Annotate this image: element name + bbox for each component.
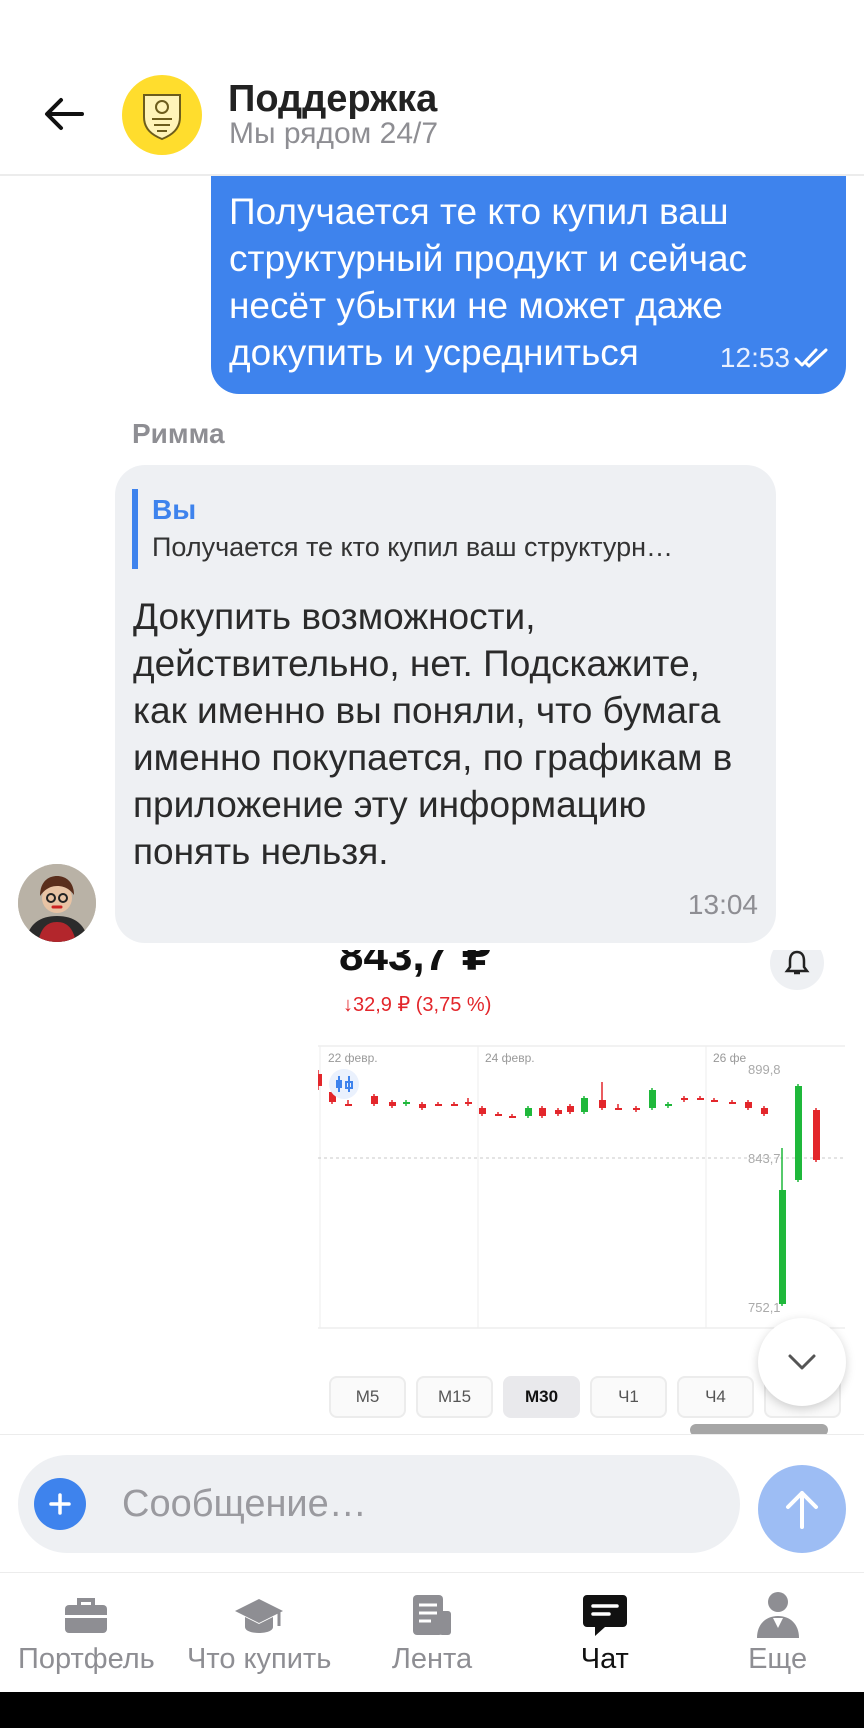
candle-body	[649, 1090, 656, 1108]
y-tick-label: 843,7	[748, 1151, 781, 1166]
candle-body	[795, 1086, 802, 1180]
message-placeholder: Сообщение…	[122, 1483, 367, 1525]
y-tick-label: 899,8	[748, 1062, 781, 1077]
candle-body	[761, 1108, 768, 1114]
graduation-cap-icon	[233, 1589, 285, 1641]
chat-icon	[581, 1589, 629, 1641]
candle-body	[479, 1108, 486, 1114]
chat-subtitle: Мы рядом 24/7	[229, 117, 439, 150]
candle-body	[729, 1102, 736, 1104]
candle-body	[697, 1098, 704, 1100]
nav-label: Портфель	[17, 1643, 155, 1675]
candle-body	[665, 1104, 672, 1106]
candle-body	[581, 1098, 588, 1112]
candle-body	[345, 1104, 352, 1106]
candle-body	[633, 1108, 640, 1110]
attach-button[interactable]	[34, 1478, 86, 1530]
quote-author: Вы	[152, 494, 197, 525]
range-h1[interactable]: Ч1	[590, 1376, 667, 1418]
candle-body	[318, 1074, 322, 1086]
candle-body	[451, 1104, 458, 1106]
candle-body	[465, 1102, 472, 1104]
bottom-navigation: Портфель Что купить Лента Чат Еще	[0, 1572, 864, 1692]
arrow-left-icon	[45, 98, 84, 130]
nav-label: Чат	[580, 1643, 629, 1675]
indicator-button[interactable]	[329, 1069, 359, 1099]
candle-body	[779, 1190, 786, 1304]
chat-header: Поддержка Мы рядом 24/7	[0, 0, 864, 176]
feed-icon	[409, 1589, 455, 1641]
candle-body	[539, 1108, 546, 1116]
nav-label: Что купить	[187, 1643, 332, 1675]
candle-body	[745, 1102, 752, 1108]
message-composer: Сообщение…	[0, 1434, 864, 1572]
candle-body	[525, 1108, 532, 1116]
person-photo	[18, 864, 96, 942]
chevron-down-icon	[788, 1354, 816, 1370]
coat-of-arms-icon	[143, 94, 181, 141]
back-button[interactable]	[34, 88, 94, 140]
range-m5[interactable]: M5	[329, 1376, 406, 1418]
avatar[interactable]	[18, 864, 96, 942]
quote-text: Получается те кто купил ваш структурн…	[152, 532, 674, 562]
outgoing-message[interactable]: Получается те кто купил ваш структурный …	[211, 172, 846, 394]
x-tick-label: 24 февр.	[485, 1051, 535, 1065]
message-text: Докупить возможности, действительно, нет…	[133, 596, 733, 872]
y-tick-label: 752,1	[748, 1300, 781, 1315]
candle-body	[555, 1110, 562, 1114]
chat-title: Поддержка	[228, 78, 438, 120]
x-tick-label: 26 фе	[713, 1051, 747, 1065]
range-m30[interactable]: M30	[503, 1376, 580, 1418]
range-h4[interactable]: Ч4	[677, 1376, 754, 1418]
message-time: 12:53	[719, 342, 790, 373]
x-tick-label: 22 февр.	[328, 1051, 378, 1065]
candle-body	[509, 1116, 516, 1118]
bank-logo[interactable]	[122, 75, 202, 155]
candle-body	[495, 1114, 502, 1116]
plus-icon	[49, 1493, 71, 1515]
nav-item-what-to-buy[interactable]: Что купить	[173, 1573, 346, 1692]
arrow-down-icon: ↓	[343, 994, 353, 1016]
nav-item-feed[interactable]: Лента	[346, 1573, 519, 1692]
message-input[interactable]: Сообщение…	[18, 1455, 740, 1553]
candle-body	[567, 1106, 574, 1112]
system-navigation-bar	[0, 1692, 864, 1728]
arrow-up-icon	[786, 1491, 818, 1529]
double-check-icon	[794, 348, 828, 368]
nav-item-chat[interactable]: Чат	[518, 1573, 691, 1692]
candle-body	[711, 1100, 718, 1102]
incoming-message[interactable]: Вы Получается те кто купил ваш структурн…	[115, 465, 776, 943]
profile-icon	[755, 1589, 801, 1641]
nav-label: Еще	[748, 1643, 808, 1675]
candle-body	[389, 1102, 396, 1106]
range-m15[interactable]: M15	[416, 1376, 493, 1418]
candle-body	[615, 1108, 622, 1110]
candle-body	[681, 1098, 688, 1100]
candle-body	[371, 1096, 378, 1104]
candles-group	[318, 1070, 820, 1306]
briefcase-icon	[63, 1589, 109, 1641]
bell-icon	[770, 950, 824, 990]
candle-body	[599, 1100, 606, 1108]
message-time: 13:04	[687, 889, 758, 920]
price-change: ↓32,9 ₽ (3,75 %)	[343, 994, 492, 1016]
candlestick-chart: 22 февр. 24 февр. 26 фе 899,8 843,7 752,…	[318, 1045, 845, 1329]
nav-label: Лента	[391, 1643, 473, 1675]
candle-body	[813, 1110, 820, 1160]
candle-body	[435, 1104, 442, 1106]
nav-item-portfolio[interactable]: Портфель	[0, 1573, 173, 1692]
reply-quote[interactable]: Вы Получается те кто купил ваш структурн…	[132, 489, 752, 569]
send-button[interactable]	[758, 1465, 846, 1553]
candle-body	[419, 1104, 426, 1108]
screen: { "header": { "title": "Поддержка", "sub…	[0, 0, 864, 1728]
sender-name: Римма	[132, 418, 225, 449]
stock-price: 843,7 ₽	[339, 950, 492, 980]
nav-item-more[interactable]: Еще	[691, 1573, 864, 1692]
candle-body	[403, 1102, 410, 1104]
scroll-to-bottom-button[interactable]	[758, 1318, 846, 1406]
